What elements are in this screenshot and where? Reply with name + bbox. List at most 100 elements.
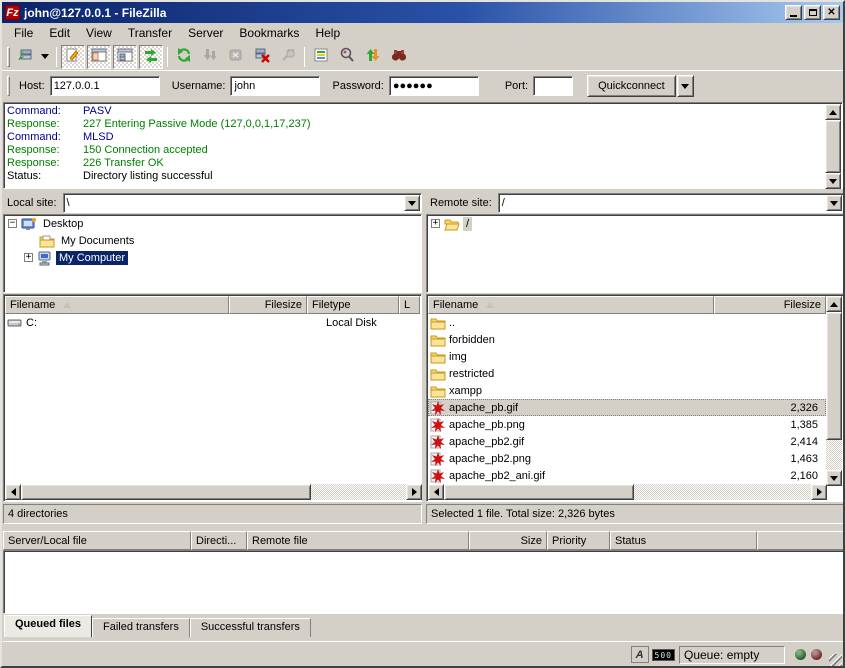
tree-item-root[interactable]: + /: [427, 215, 843, 232]
remote-site-dropdown[interactable]: [826, 195, 842, 211]
scroll-right-button[interactable]: [811, 484, 827, 500]
remote-file-row[interactable]: xampp: [428, 382, 826, 399]
transfer-type-indicator[interactable]: A: [631, 646, 649, 663]
column-header-remote-file[interactable]: Remote file: [247, 531, 469, 550]
remote-directory-tree[interactable]: + /: [426, 214, 844, 293]
message-log[interactable]: Command:PASV Response:227 Entering Passi…: [3, 102, 843, 189]
expand-icon[interactable]: +: [431, 219, 440, 228]
column-header-last-modified[interactable]: L: [399, 296, 420, 314]
remote-file-row[interactable]: ..: [428, 314, 826, 331]
remote-file-row[interactable]: apache_pb2.png 1,463: [428, 450, 826, 467]
remote-file-row[interactable]: apache_pb2.gif 2,414: [428, 433, 826, 450]
process-queue-button[interactable]: [198, 45, 222, 69]
tree-item-my-documents[interactable]: My Documents: [4, 232, 421, 249]
column-header-server-local-file[interactable]: Server/Local file: [3, 531, 191, 550]
toggle-transfer-queue-button[interactable]: [139, 45, 163, 69]
remote-file-row[interactable]: apache_pb2_ani.gif 2,160: [428, 467, 826, 484]
menu-help[interactable]: Help: [307, 24, 348, 42]
menu-transfer[interactable]: Transfer: [120, 24, 180, 42]
minimize-button[interactable]: [785, 5, 802, 20]
quickbar-grip[interactable]: [7, 76, 10, 96]
local-horizontal-scrollbar[interactable]: [5, 484, 422, 500]
quickconnect-button[interactable]: Quickconnect: [587, 75, 676, 97]
tree-item-desktop[interactable]: − Desktop: [4, 215, 421, 232]
column-header-filesize[interactable]: Filesize: [714, 296, 826, 314]
scrollbar-thumb[interactable]: [444, 484, 634, 500]
queue-list[interactable]: [3, 550, 844, 614]
local-file-list[interactable]: Filename Filesize Filetype L C: Local Di…: [3, 294, 422, 502]
remote-file-row[interactable]: restricted: [428, 365, 826, 382]
column-header-status[interactable]: Status: [610, 531, 757, 550]
column-header-filename[interactable]: Filename: [428, 296, 714, 314]
menu-server[interactable]: Server: [180, 24, 231, 42]
tab-successful-transfers[interactable]: Successful transfers: [190, 618, 311, 637]
scrollbar-thumb[interactable]: [21, 484, 311, 500]
scroll-left-button[interactable]: [5, 484, 21, 500]
reconnect-button[interactable]: [276, 45, 300, 69]
scroll-up-button[interactable]: [825, 104, 841, 120]
scrollbar-thumb[interactable]: [825, 120, 841, 173]
remote-file-row-selected[interactable]: apache_pb.gif 2,326: [428, 399, 826, 416]
local-site-dropdown[interactable]: [404, 195, 420, 211]
menu-view[interactable]: View: [78, 24, 120, 42]
disconnect-button[interactable]: [250, 45, 274, 69]
password-input[interactable]: [389, 76, 479, 96]
remote-file-row[interactable]: forbidden: [428, 331, 826, 348]
local-site-combo[interactable]: \: [63, 193, 422, 213]
scroll-left-button[interactable]: [428, 484, 444, 500]
toggle-local-tree-button[interactable]: [87, 45, 111, 69]
remote-file-list[interactable]: Filename Filesize .. forbidden img restr: [426, 294, 844, 502]
menu-file[interactable]: File: [6, 24, 41, 42]
tree-label-selected[interactable]: /: [463, 217, 472, 231]
column-header-filesize[interactable]: Filesize: [229, 296, 307, 314]
collapse-icon[interactable]: −: [8, 219, 17, 228]
username-input[interactable]: [230, 76, 320, 96]
scroll-down-button[interactable]: [825, 173, 841, 189]
remote-file-row[interactable]: img: [428, 348, 826, 365]
expand-icon[interactable]: +: [24, 253, 33, 262]
tree-label[interactable]: Desktop: [40, 217, 86, 231]
toolbar-grip[interactable]: [7, 47, 10, 67]
synchronized-browsing-button[interactable]: [361, 45, 385, 69]
resize-grip[interactable]: [829, 654, 842, 667]
toggle-message-log-button[interactable]: [61, 45, 85, 69]
site-manager-button[interactable]: [14, 45, 38, 69]
remote-site-path[interactable]: /: [499, 197, 825, 209]
cancel-operation-button[interactable]: [224, 45, 248, 69]
directory-comparison-button[interactable]: [335, 45, 359, 69]
remote-site-combo[interactable]: /: [498, 193, 844, 213]
scrollbar-thumb[interactable]: [826, 312, 842, 440]
remote-vertical-scrollbar[interactable]: [826, 296, 842, 486]
title-bar[interactable]: Fz john@127.0.0.1 - FileZilla ✕: [2, 2, 843, 23]
scroll-down-button[interactable]: [826, 470, 842, 486]
local-file-row[interactable]: C: Local Disk: [5, 314, 420, 331]
local-site-path[interactable]: \: [64, 197, 403, 209]
remote-file-row[interactable]: apache_pb.png 1,385: [428, 416, 826, 433]
directory-listing-filters-button[interactable]: [309, 45, 333, 69]
port-input[interactable]: [533, 76, 573, 96]
menu-edit[interactable]: Edit: [41, 24, 78, 42]
column-header-direction[interactable]: Directi...: [191, 531, 247, 550]
maximize-button[interactable]: [804, 5, 821, 20]
menu-bookmarks[interactable]: Bookmarks: [231, 24, 307, 42]
log-scrollbar[interactable]: [825, 104, 841, 189]
tree-item-my-computer[interactable]: + My Computer: [4, 249, 421, 266]
tree-label-selected[interactable]: My Computer: [56, 251, 128, 265]
local-directory-tree[interactable]: − Desktop My Documents + My Computer: [3, 214, 422, 293]
tab-queued-files[interactable]: Queued files: [4, 615, 92, 637]
tab-failed-transfers[interactable]: Failed transfers: [92, 618, 190, 637]
site-manager-dropdown[interactable]: [41, 54, 49, 59]
column-header-filetype[interactable]: Filetype: [307, 296, 399, 314]
scroll-up-button[interactable]: [826, 296, 842, 312]
speed-limit-indicator-icon[interactable]: 500: [652, 649, 675, 661]
quickconnect-dropdown-button[interactable]: [677, 75, 694, 97]
scroll-right-button[interactable]: [406, 484, 422, 500]
remote-horizontal-scrollbar[interactable]: [428, 484, 827, 500]
column-header-size[interactable]: Size: [469, 531, 547, 550]
close-button[interactable]: ✕: [823, 5, 840, 20]
refresh-button[interactable]: [172, 45, 196, 69]
column-header-filename[interactable]: Filename: [5, 296, 229, 314]
toggle-remote-tree-button[interactable]: [113, 45, 137, 69]
host-input[interactable]: [50, 76, 160, 96]
column-header-priority[interactable]: Priority: [547, 531, 610, 550]
